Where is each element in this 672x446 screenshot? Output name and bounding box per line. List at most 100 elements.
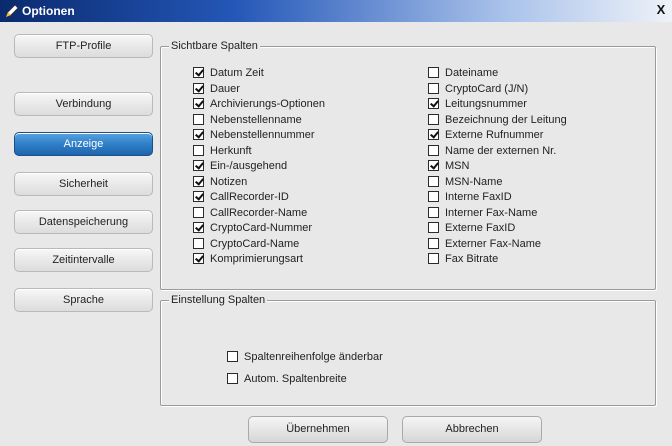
checkbox-label: Nebenstellenname [210,113,302,126]
checkbox-checked-icon[interactable] [428,129,439,140]
checkbox-unchecked-icon[interactable] [193,207,204,218]
nav-button-zeitintervalle[interactable]: Zeitintervalle [14,248,153,272]
title-bar: Optionen X [0,0,672,22]
checkbox-label: MSN-Name [445,175,503,188]
checkbox-autom-spaltenbreite[interactable]: Autom. Spaltenbreite [227,371,347,386]
checkbox-label: Autom. Spaltenbreite [244,372,347,385]
checkbox-unchecked-icon[interactable] [428,83,439,94]
checkbox-label: MSN [445,159,470,172]
checkbox-label: Name der externen Nr. [445,144,557,157]
checkbox-name-der-externen-nr[interactable]: Name der externen Nr. [428,143,556,158]
checkbox-nebenstellenname[interactable]: Nebenstellenname [193,112,302,127]
nav-button-datenspeicherung[interactable]: Datenspeicherung [14,210,153,234]
checkbox-externe-rufnummer[interactable]: Externe Rufnummer [428,127,543,142]
window-title: Optionen [22,4,75,18]
checkbox-herkunft[interactable]: Herkunft [193,143,252,158]
checkbox-externe-faxid[interactable]: Externe FaxID [428,220,515,235]
checkbox-unchecked-icon[interactable] [428,238,439,249]
checkbox-unchecked-icon[interactable] [193,145,204,156]
checkbox-interne-faxid[interactable]: Interne FaxID [428,189,512,204]
checkbox-label: Externe Rufnummer [445,128,544,141]
checkbox-label: CryptoCard-Nummer [210,221,313,234]
checkbox-leitungsnummer[interactable]: Leitungsnummer [428,96,527,111]
checkbox-label: Herkunft [210,144,252,157]
checkbox-unchecked-icon[interactable] [227,351,238,362]
nav-button-verbindung[interactable]: Verbindung [14,92,153,116]
checkbox-fax-bitrate[interactable]: Fax Bitrate [428,251,498,266]
checkbox-checked-icon[interactable] [193,253,204,264]
checkbox-externer-fax-name[interactable]: Externer Fax-Name [428,236,541,251]
checkbox-label: Spaltenreihenfolge änderbar [244,350,383,363]
options-window: Optionen X FTP-Profile Verbindung Anzeige S… [0,0,672,446]
column-settings-group: Einstellung Spalten Spaltenreihenfolge ä… [160,293,656,406]
checkbox-unchecked-icon[interactable] [428,207,439,218]
checkbox-checked-icon[interactable] [193,129,204,140]
checkbox-checked-icon[interactable] [193,160,204,171]
checkbox-dateiname[interactable]: Dateiname [428,65,498,80]
checkbox-msn[interactable]: MSN [428,158,469,173]
dialog-body: FTP-Profile Verbindung Anzeige Sicherheit Da… [0,22,672,446]
checkbox-label: Fax Bitrate [445,252,499,265]
checkbox-unchecked-icon[interactable] [428,222,439,233]
nav-button-sicherheit[interactable]: Sicherheit [14,172,153,196]
checkbox-label: Externer Fax-Name [445,237,541,250]
checkbox-unchecked-icon[interactable] [227,373,238,384]
checkbox-bezeichnung-der-leitung[interactable]: Bezeichnung der Leitung [428,112,567,127]
checkbox-archivierungs-optionen[interactable]: Archivierungs-Optionen [193,96,325,111]
checkbox-komprimierungsart[interactable]: Komprimierungsart [193,251,303,266]
checkbox-unchecked-icon[interactable] [428,176,439,187]
checkbox-unchecked-icon[interactable] [428,67,439,78]
cancel-button[interactable]: Abbrechen [402,416,542,443]
visible-columns-title: Sichtbare Spalten [169,39,260,53]
checkbox-checked-icon[interactable] [193,98,204,109]
checkbox-label: CallRecorder-Name [210,206,308,219]
nav-button-anzeige[interactable]: Anzeige [14,132,153,156]
nav-button-sprache[interactable]: Sprache [14,288,153,312]
checkbox-checked-icon[interactable] [193,67,204,78]
checkbox-unchecked-icon[interactable] [428,145,439,156]
checkbox-label: CryptoCard (J/N) [445,82,529,95]
checkbox-checked-icon[interactable] [428,160,439,171]
checkbox-label: Komprimierungsart [210,252,303,265]
checkbox-unchecked-icon[interactable] [428,253,439,264]
checkbox-interner-fax-name[interactable]: Interner Fax-Name [428,205,537,220]
checkbox-label: CryptoCard-Name [210,237,300,250]
checkbox-callrecorder-id[interactable]: CallRecorder-ID [193,189,289,204]
checkbox-unchecked-icon[interactable] [428,114,439,125]
checkbox-label: Externe FaxID [445,221,516,234]
checkbox-cryptocard-name[interactable]: CryptoCard-Name [193,236,299,251]
checkbox-label: Notizen [210,175,248,188]
column-settings-title: Einstellung Spalten [169,293,268,307]
close-button[interactable]: X [654,3,668,18]
checkbox-notizen[interactable]: Notizen [193,174,247,189]
pen-icon [5,4,19,18]
checkbox-cryptocard-j-n[interactable]: CryptoCard (J/N) [428,81,528,96]
checkbox-checked-icon[interactable] [193,222,204,233]
checkbox-checked-icon[interactable] [193,191,204,202]
checkbox-label: Datum Zeit [210,66,264,79]
checkbox-ein-ausgehend[interactable]: Ein-/ausgehend [193,158,287,173]
checkbox-label: Dauer [210,82,240,95]
checkbox-label: Ein-/ausgehend [210,159,288,172]
checkbox-cryptocard-nummer[interactable]: CryptoCard-Nummer [193,220,312,235]
checkbox-label: Dateiname [445,66,499,79]
checkbox-spaltenreihenfolge-anderbar[interactable]: Spaltenreihenfolge änderbar [227,349,383,364]
checkbox-checked-icon[interactable] [428,98,439,109]
checkbox-checked-icon[interactable] [193,83,204,94]
checkbox-unchecked-icon[interactable] [193,114,204,125]
checkbox-callrecorder-name[interactable]: CallRecorder-Name [193,205,307,220]
apply-button[interactable]: Übernehmen [248,416,388,443]
checkbox-label: Archivierungs-Optionen [210,97,325,110]
checkbox-unchecked-icon[interactable] [428,191,439,202]
checkbox-checked-icon[interactable] [193,176,204,187]
checkbox-unchecked-icon[interactable] [193,238,204,249]
checkbox-msn-name[interactable]: MSN-Name [428,174,502,189]
checkbox-label: Interne FaxID [445,190,512,203]
checkbox-nebenstellennummer[interactable]: Nebenstellennummer [193,127,315,142]
checkbox-dauer[interactable]: Dauer [193,81,240,96]
checkbox-label: CallRecorder-ID [210,190,289,203]
checkbox-datum-zeit[interactable]: Datum Zeit [193,65,264,80]
checkbox-label: Leitungsnummer [445,97,527,110]
nav-button-ftp[interactable]: FTP-Profile [14,34,153,58]
checkbox-label: Interner Fax-Name [445,206,538,219]
